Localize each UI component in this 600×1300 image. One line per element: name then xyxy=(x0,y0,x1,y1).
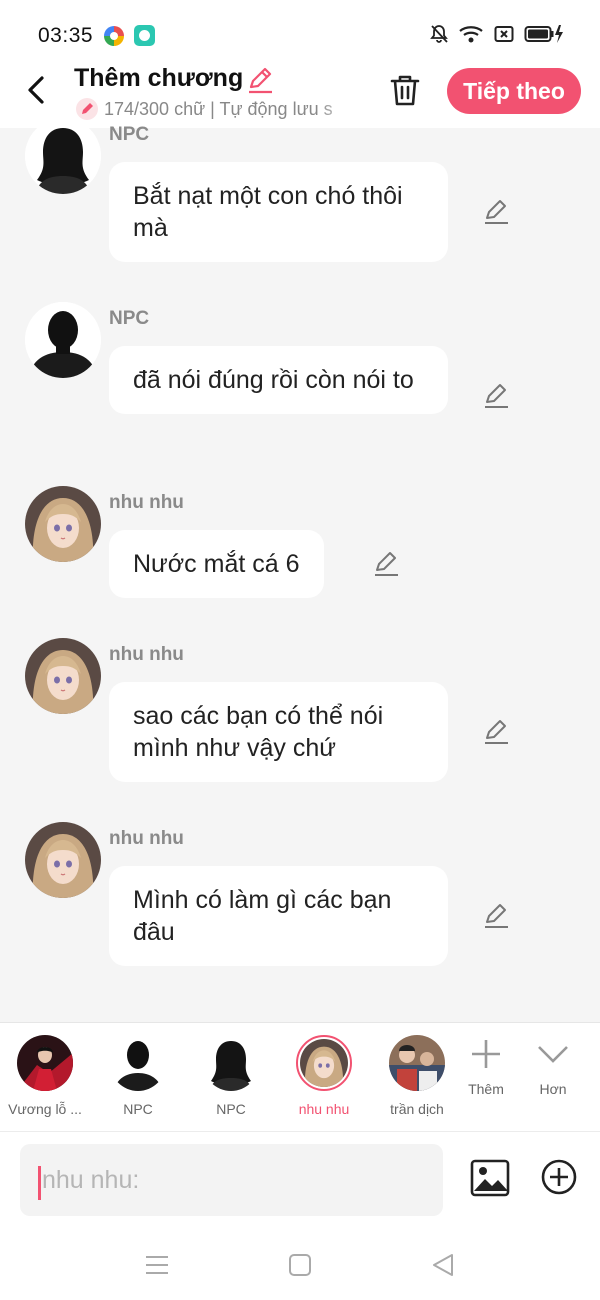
add-character-button[interactable]: Thêm xyxy=(456,1037,516,1097)
text-caret xyxy=(38,1166,41,1200)
sender-name: nhu nhu xyxy=(109,644,184,665)
character-item[interactable]: Vương lỗ ... xyxy=(0,1035,90,1117)
avatar[interactable] xyxy=(25,822,101,898)
message-item: nhu nhu Nước mắt cá 6 xyxy=(0,478,600,608)
character-item[interactable]: trần dịch xyxy=(372,1035,462,1117)
more-characters-button[interactable]: Hơn xyxy=(523,1037,583,1097)
edit-message-icon[interactable] xyxy=(482,198,510,226)
avatar xyxy=(203,1035,259,1091)
character-name: nhu nhu xyxy=(298,1101,350,1117)
menu-icon[interactable] xyxy=(142,1250,172,1280)
next-button[interactable]: Tiếp theo xyxy=(447,68,581,114)
status-icons xyxy=(430,24,564,44)
composer-bar: nhu nhu: xyxy=(0,1132,600,1230)
message-item: nhu nhu Mình có làm gì các bạn đâu xyxy=(0,814,600,974)
add-circle-icon[interactable] xyxy=(540,1158,578,1196)
app-notification-icon xyxy=(104,26,124,46)
message-item: NPC Bắt nạt một con chó thôi mà xyxy=(0,110,600,270)
message-item: NPC đã nói đúng rồi còn nói to xyxy=(0,294,600,454)
sender-name: NPC xyxy=(109,308,150,329)
back-button[interactable] xyxy=(22,72,52,108)
sim-icon xyxy=(494,26,514,42)
status-time: 03:35 xyxy=(38,24,94,47)
character-selector: Vương lỗ ... NPC NPC nhu nhu trần dịch T… xyxy=(0,1022,600,1132)
chat-app-notification-icon xyxy=(134,25,155,46)
avatar[interactable] xyxy=(25,302,101,378)
message-bubble[interactable]: sao các bạn có thể nói mình như vậy chứ xyxy=(109,682,448,782)
plus-icon xyxy=(472,1040,500,1068)
character-name: NPC xyxy=(123,1101,153,1117)
character-name: Vương lỗ ... xyxy=(8,1101,82,1117)
input-placeholder: nhu nhu: xyxy=(42,1166,140,1194)
avatar[interactable] xyxy=(25,118,101,194)
sender-name: nhu nhu xyxy=(109,492,184,513)
avatar[interactable] xyxy=(25,486,101,562)
avatar xyxy=(296,1035,352,1091)
message-item: nhu nhu sao các bạn có thể nói mình như … xyxy=(0,630,600,790)
message-bubble[interactable]: Bắt nạt một con chó thôi mà xyxy=(109,162,448,262)
character-item[interactable]: NPC xyxy=(93,1035,183,1117)
system-nav-bar xyxy=(0,1230,600,1300)
edit-message-icon[interactable] xyxy=(372,550,400,578)
sender-name: nhu nhu xyxy=(109,828,184,849)
add-label: Thêm xyxy=(468,1081,504,1097)
more-label: Hơn xyxy=(539,1081,567,1097)
mute-bell-icon xyxy=(430,25,448,43)
avatar[interactable] xyxy=(25,638,101,714)
wifi-icon xyxy=(459,26,483,43)
edit-message-icon[interactable] xyxy=(482,902,510,930)
battery-charging-icon xyxy=(524,25,563,43)
chevron-down-icon xyxy=(538,1046,568,1063)
character-item-selected[interactable]: nhu nhu xyxy=(279,1035,369,1117)
message-bubble[interactable]: Mình có làm gì các bạn đâu xyxy=(109,866,448,966)
message-input[interactable]: nhu nhu: xyxy=(20,1144,443,1216)
message-bubble[interactable]: đã nói đúng rồi còn nói to xyxy=(109,346,448,414)
edit-message-icon[interactable] xyxy=(482,718,510,746)
back-triangle-icon[interactable] xyxy=(428,1250,458,1280)
edit-title-icon[interactable] xyxy=(246,66,274,94)
trash-icon[interactable] xyxy=(388,72,422,108)
avatar xyxy=(110,1035,166,1091)
character-name: trần dịch xyxy=(390,1101,444,1117)
sender-name: NPC xyxy=(109,124,150,145)
character-name: NPC xyxy=(216,1101,246,1117)
page-title: Thêm chương xyxy=(74,64,244,92)
message-bubble[interactable]: Nước mắt cá 6 xyxy=(109,530,324,598)
avatar xyxy=(17,1035,73,1091)
image-icon[interactable] xyxy=(470,1158,510,1198)
home-icon[interactable] xyxy=(285,1250,315,1280)
status-bar: 03:35 xyxy=(0,0,600,64)
edit-message-icon[interactable] xyxy=(482,382,510,410)
character-item[interactable]: NPC xyxy=(186,1035,276,1117)
avatar xyxy=(389,1035,445,1091)
